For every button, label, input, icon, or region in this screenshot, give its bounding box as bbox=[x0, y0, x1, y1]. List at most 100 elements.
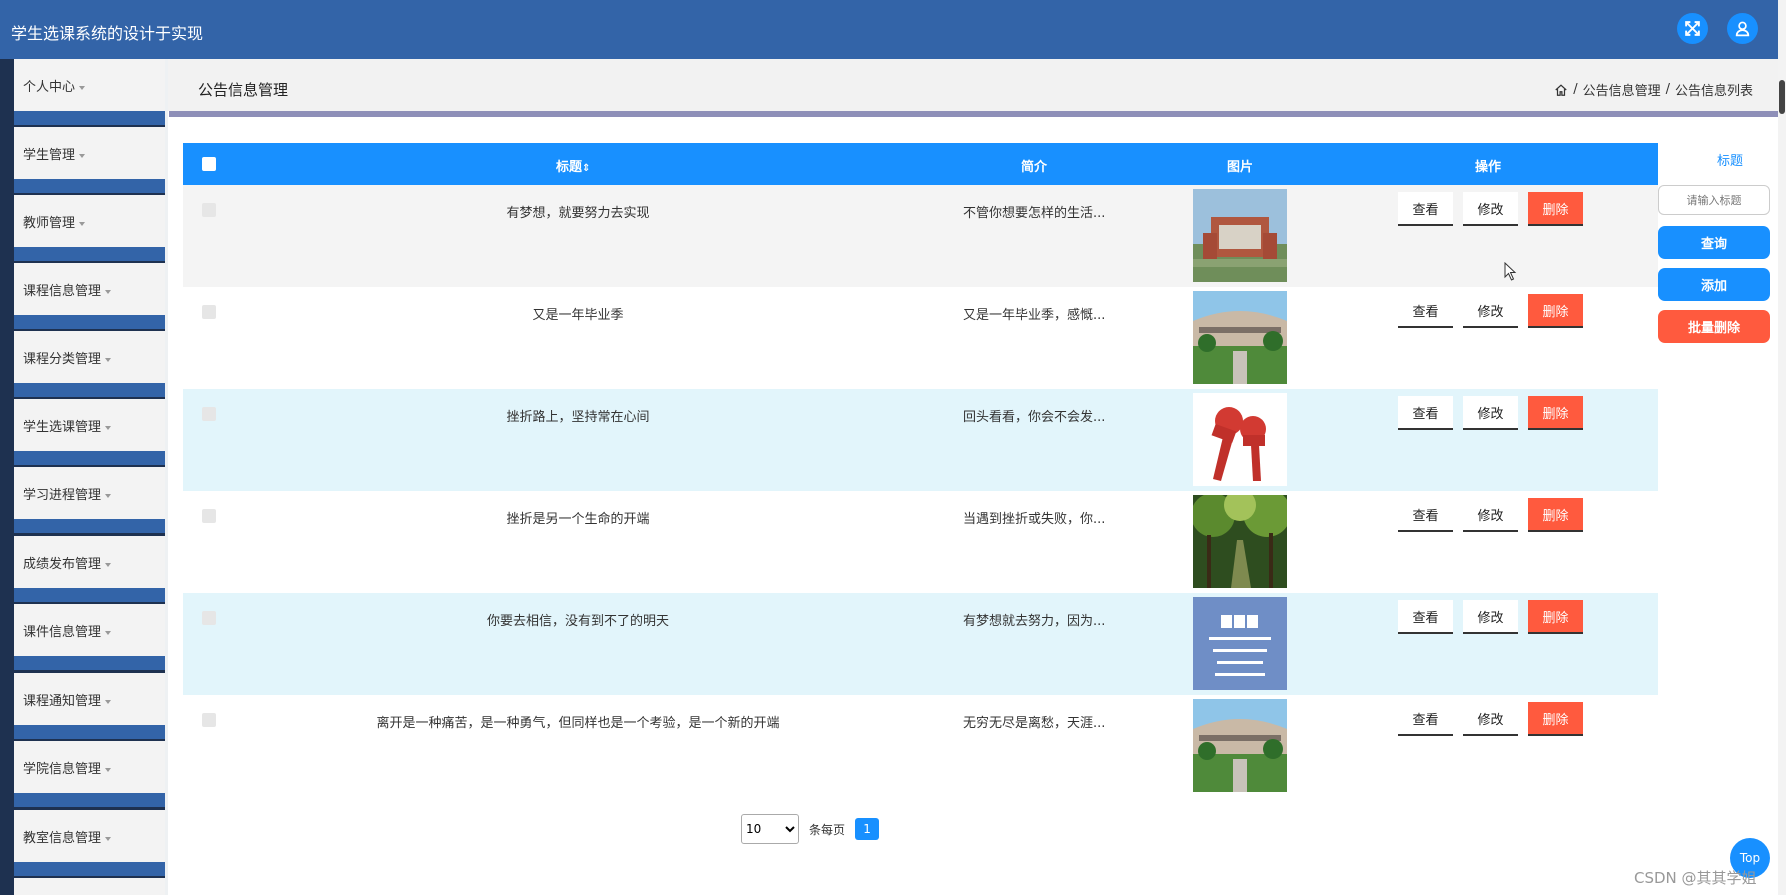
page-header: 公告信息管理 / 公告信息管理 / 公告信息列表 bbox=[168, 59, 1778, 111]
campus-green-image bbox=[1193, 699, 1287, 792]
sidebar-item-label: 个人中心 bbox=[23, 80, 76, 95]
delete-button[interactable]: 删除 bbox=[1528, 600, 1583, 634]
watermark: CSDN @其其学姐 bbox=[1634, 869, 1757, 887]
page-number-button[interactable]: 1 bbox=[855, 818, 880, 840]
campus-green-image bbox=[1193, 291, 1287, 384]
batch-delete-button[interactable]: 批量删除 bbox=[1658, 310, 1770, 343]
sidebar-item-course-selection[interactable]: 学生选课管理 bbox=[14, 399, 165, 451]
edit-button[interactable]: 修改 bbox=[1463, 702, 1518, 736]
sort-icon[interactable]: ⇕ bbox=[582, 163, 590, 174]
column-header-intro: 简介 bbox=[1021, 160, 1048, 175]
sidebar-divider bbox=[14, 111, 165, 125]
user-menu-button[interactable] bbox=[1727, 13, 1758, 44]
sidebar-item-label: 成绩发布管理 bbox=[23, 557, 102, 572]
row-checkbox[interactable] bbox=[202, 305, 216, 319]
sidebar-item-label: 学院信息管理 bbox=[23, 762, 102, 777]
sidebar-item-teacher[interactable]: 教师管理 bbox=[14, 195, 165, 247]
home-icon[interactable] bbox=[1554, 83, 1568, 97]
breadcrumb-item[interactable]: 公告信息管理 bbox=[1583, 80, 1661, 99]
edit-button[interactable]: 修改 bbox=[1463, 498, 1518, 532]
breadcrumb-separator: / bbox=[1573, 82, 1578, 97]
row-checkbox[interactable] bbox=[202, 203, 216, 217]
delete-button[interactable]: 删除 bbox=[1528, 702, 1583, 736]
sidebar-divider bbox=[14, 725, 165, 739]
caret-down-icon bbox=[105, 836, 112, 841]
page-scrollbar[interactable] bbox=[1778, 0, 1786, 895]
sidebar-item-course-category[interactable]: 课程分类管理 bbox=[14, 331, 165, 383]
caret-down-icon bbox=[105, 425, 112, 430]
sidebar-item-more[interactable] bbox=[14, 878, 165, 895]
caret-down-icon bbox=[105, 357, 112, 362]
edit-button[interactable]: 修改 bbox=[1463, 396, 1518, 430]
sidebar-item-student[interactable]: 学生管理 bbox=[14, 127, 165, 179]
edit-button[interactable]: 修改 bbox=[1463, 600, 1518, 634]
caret-down-icon bbox=[105, 562, 112, 567]
add-button[interactable]: 添加 bbox=[1658, 268, 1770, 301]
sidebar-item-courseware[interactable]: 课件信息管理 bbox=[14, 604, 165, 656]
bbc-world-news-image bbox=[1193, 597, 1287, 690]
caret-down-icon bbox=[105, 699, 112, 704]
view-button[interactable]: 查看 bbox=[1398, 702, 1453, 736]
page-size-select[interactable]: 10 20 50 bbox=[741, 814, 799, 844]
row-title: 又是一年毕业季 bbox=[532, 308, 624, 323]
sidebar-item-college[interactable]: 学院信息管理 bbox=[14, 741, 165, 793]
row-checkbox[interactable] bbox=[202, 611, 216, 625]
page-title: 公告信息管理 bbox=[198, 81, 289, 99]
caret-down-icon bbox=[105, 289, 112, 294]
edit-button[interactable]: 修改 bbox=[1463, 294, 1518, 328]
caret-down-icon bbox=[79, 153, 86, 158]
row-checkbox[interactable] bbox=[202, 407, 216, 421]
expand-icon bbox=[1685, 21, 1700, 36]
delete-button[interactable]: 删除 bbox=[1528, 396, 1583, 430]
sidebar-divider bbox=[14, 519, 165, 533]
sidebar-divider bbox=[14, 315, 165, 329]
edit-button[interactable]: 修改 bbox=[1463, 192, 1518, 226]
delete-button[interactable]: 删除 bbox=[1528, 498, 1583, 532]
per-page-label: 条每页 bbox=[809, 822, 846, 837]
sidebar-item-label: 课件信息管理 bbox=[23, 625, 102, 640]
mouse-cursor-icon bbox=[1504, 262, 1517, 281]
sidebar-item-label: 课程分类管理 bbox=[23, 352, 102, 367]
sidebar-item-learning-progress[interactable]: 学习进程管理 bbox=[14, 467, 165, 519]
select-all-checkbox[interactable] bbox=[202, 157, 216, 171]
fullscreen-button[interactable] bbox=[1677, 13, 1708, 44]
scrollbar-thumb[interactable] bbox=[1779, 80, 1785, 114]
view-button[interactable]: 查看 bbox=[1398, 294, 1453, 328]
sidebar-divider bbox=[14, 588, 165, 602]
delete-button[interactable]: 删除 bbox=[1528, 192, 1583, 226]
delete-button[interactable]: 删除 bbox=[1528, 294, 1583, 328]
caret-down-icon bbox=[105, 493, 112, 498]
query-button[interactable]: 查询 bbox=[1658, 226, 1770, 259]
sidebar-item-classroom[interactable]: 教室信息管理 bbox=[14, 810, 165, 862]
view-button[interactable]: 查看 bbox=[1398, 396, 1453, 430]
sidebar-divider bbox=[14, 862, 165, 876]
title-search-input[interactable] bbox=[1658, 185, 1770, 215]
sidebar-divider bbox=[14, 383, 165, 397]
search-title-label: 标题 bbox=[1716, 154, 1743, 169]
sidebar-item-label: 教室信息管理 bbox=[23, 831, 102, 846]
announcement-table: 标题⇕ 简介 图片 操作 有梦想，就要努力去实现 不管你想要怎样的生活... 查… bbox=[183, 143, 1658, 797]
campus-building-image bbox=[1193, 189, 1287, 282]
sidebar-item-course-notice[interactable]: 课程通知管理 bbox=[14, 673, 165, 725]
row-title: 挫折路上，坚持常在心间 bbox=[506, 410, 650, 425]
sidebar-divider bbox=[14, 247, 165, 261]
sidebar-item-personal-center[interactable]: 个人中心 bbox=[14, 59, 165, 111]
top-header: 学生选课系统的设计于实现 bbox=[0, 0, 1778, 59]
row-checkbox[interactable] bbox=[202, 509, 216, 523]
view-button[interactable]: 查看 bbox=[1398, 600, 1453, 634]
column-header-title[interactable]: 标题⇕ bbox=[556, 156, 590, 175]
row-intro: 无穷无尽是离愁，天涯... bbox=[963, 716, 1106, 731]
table-row: 你要去相信，没有到不了的明天 有梦想就去努力，因为... 查看 修改 删除 bbox=[183, 593, 1658, 695]
sidebar-item-grades[interactable]: 成绩发布管理 bbox=[14, 536, 165, 588]
pagination: 10 20 50 条每页 1 bbox=[741, 814, 880, 844]
caret-down-icon bbox=[105, 630, 112, 635]
view-button[interactable]: 查看 bbox=[1398, 192, 1453, 226]
view-button[interactable]: 查看 bbox=[1398, 498, 1453, 532]
user-icon bbox=[1735, 21, 1750, 37]
progress-bar bbox=[169, 111, 1778, 117]
sidebar-item-course-info[interactable]: 课程信息管理 bbox=[14, 263, 165, 315]
sidebar-item-label: 教师管理 bbox=[23, 216, 76, 231]
row-checkbox[interactable] bbox=[202, 713, 216, 727]
breadcrumb: / 公告信息管理 / 公告信息列表 bbox=[1554, 80, 1753, 99]
sidebar-divider bbox=[14, 179, 165, 193]
